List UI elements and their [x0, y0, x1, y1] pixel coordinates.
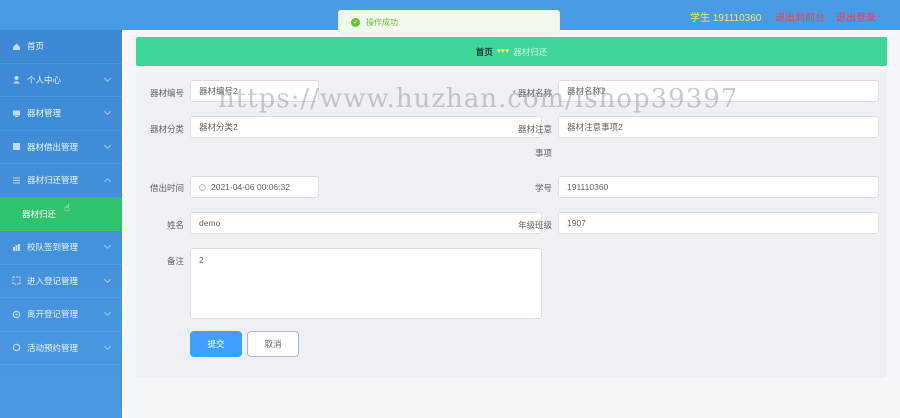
- check-icon: ✓: [351, 17, 360, 27]
- borrow-time-label: 借出时间: [149, 183, 184, 193]
- circle-icon: [12, 343, 21, 352]
- sidebar-item-checkin[interactable]: 校队签到管理: [0, 231, 122, 265]
- chevron-down-icon: [103, 342, 112, 350]
- remark-textarea[interactable]: 2: [190, 248, 542, 319]
- hand-cursor-icon: ☝: [64, 203, 71, 214]
- success-toast: ✓ 操作成功: [338, 10, 560, 34]
- back-to-front-link[interactable]: 退出到前台: [775, 9, 825, 24]
- chevron-down-icon: [103, 141, 112, 149]
- sidebar-item-borrow[interactable]: 器材借出管理: [0, 131, 122, 164]
- equipment-no-label: 器材编号: [149, 88, 184, 98]
- sidebar-item-activity[interactable]: 活动预约管理: [0, 332, 122, 365]
- sidebar-item-label: 进入登记管理: [27, 275, 79, 286]
- grade-class-field[interactable]: 1907: [558, 212, 879, 234]
- chevron-down-icon: [103, 107, 112, 116]
- user-name: 学生 191110360: [690, 13, 762, 24]
- submit-button[interactable]: 提交: [190, 331, 242, 357]
- student-no-label: 学号: [534, 183, 552, 193]
- sidebar: 首页 个人中心 器材管理 器材借出管理 器材归还管理 器材归还 校队签到管理 进…: [0, 30, 122, 418]
- name-label: 姓名: [166, 220, 184, 230]
- breadcrumb-current: 器材归还: [513, 46, 548, 57]
- sidebar-item-label: 首页: [27, 41, 45, 52]
- watermark: https://www.huzhan.com/ishop39397: [218, 84, 739, 114]
- sidebar-item-label: 器材归还管理: [27, 175, 79, 186]
- equipment-category-label: 器材分类: [149, 124, 184, 134]
- chevron-down-icon: [103, 275, 112, 283]
- breadcrumb: 首页 ♥♥♥ 器材归还: [136, 37, 887, 66]
- equipment-notes-label: 器材注意: [517, 124, 552, 134]
- gear-icon: [12, 310, 21, 319]
- sidebar-item-label: 器材归还: [22, 208, 57, 219]
- heart-icon: ♥♥♥: [496, 48, 510, 55]
- chevron-down-icon: [103, 241, 112, 250]
- chevron-up-icon: [103, 177, 112, 186]
- breadcrumb-home[interactable]: 首页: [476, 46, 493, 58]
- sidebar-item-personal-center[interactable]: 个人中心: [0, 64, 122, 97]
- grade-class-label: 年级班级: [517, 220, 552, 230]
- sidebar-item-label: 校队签到管理: [27, 242, 79, 253]
- list-icon: [12, 176, 21, 185]
- remark-label: 备注: [166, 256, 184, 266]
- borrow-time-value: 2021-04-06 00:06:32: [211, 182, 290, 192]
- sidebar-item-home[interactable]: 首页: [0, 30, 122, 64]
- user-icon: [12, 75, 21, 84]
- borrow-time-field[interactable]: 2021-04-06 00:06:32: [190, 176, 319, 198]
- chevron-down-icon: [103, 74, 112, 82]
- sidebar-item-equipment[interactable]: 器材管理: [0, 97, 122, 131]
- equipment-notes-label-2: 事项: [534, 148, 552, 158]
- equipment-category-field[interactable]: 器材分类2: [190, 116, 542, 138]
- sidebar-item-label: 器材借出管理: [27, 141, 79, 152]
- sidebar-item-label: 活动预约管理: [27, 342, 79, 353]
- toast-message: 操作成功: [366, 17, 398, 27]
- bar-chart-icon: [12, 243, 21, 252]
- grid-icon: [12, 142, 21, 151]
- sidebar-item-return-management[interactable]: 器材归还管理: [0, 164, 122, 198]
- sidebar-item-return[interactable]: 器材归还: [0, 197, 122, 231]
- student-no-field[interactable]: 191110360: [558, 176, 879, 198]
- sidebar-item-label: 离开登记管理: [27, 309, 79, 320]
- cancel-button[interactable]: 取消: [247, 331, 299, 357]
- sidebar-item-exit[interactable]: 离开登记管理: [0, 298, 122, 332]
- chevron-down-icon: [103, 308, 112, 317]
- clock-icon: [199, 183, 206, 191]
- equipment-notes-field[interactable]: 器材注意事项2: [558, 116, 879, 138]
- sidebar-item-label: 器材管理: [27, 108, 62, 119]
- name-field[interactable]: demo: [190, 212, 542, 234]
- home-icon: [12, 42, 21, 51]
- frame-icon: [12, 276, 21, 285]
- sidebar-item-entry[interactable]: 进入登记管理: [0, 265, 122, 298]
- form-panel: 器材编号 器材编号2 * 器材名称 器材名称2 器材分类 器材分类2 器材注意 事…: [136, 72, 887, 378]
- monitor-icon: [12, 109, 21, 118]
- logout-link[interactable]: 退出登录: [836, 9, 876, 24]
- sidebar-item-label: 个人中心: [27, 74, 62, 85]
